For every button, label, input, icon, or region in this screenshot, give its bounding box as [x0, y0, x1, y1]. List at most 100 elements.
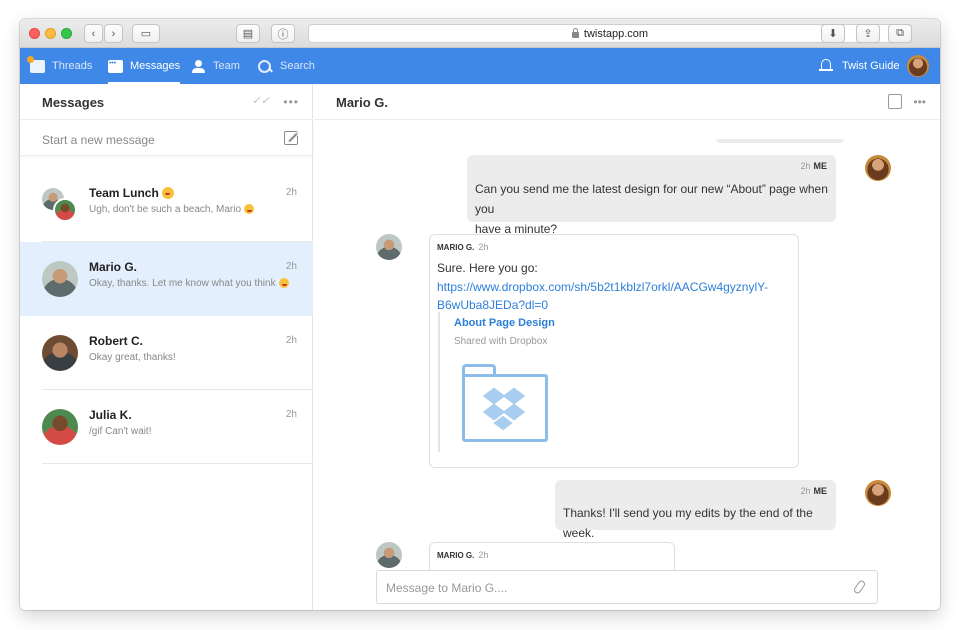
yum-emoji-icon	[244, 204, 255, 214]
conversation-name: Robert C.	[89, 334, 143, 348]
sidebar-toggle-button[interactable]: ▭	[132, 24, 160, 43]
message-time: 2h	[800, 486, 811, 496]
link-preview[interactable]: About Page Design Shared with Dropbox	[438, 312, 788, 452]
message-bubble-me: 2h ME Thanks! I'll send you my edits by t…	[555, 480, 836, 540]
nav-messages-label: Messages	[130, 60, 181, 72]
divider	[42, 463, 313, 464]
conversation-pane: Mario G. ••• 2h ME Can you send me the la…	[314, 84, 940, 610]
zoom-window-button[interactable]	[61, 28, 72, 39]
browser-toolbar: ‹ › ▭ ▤ ⓘ twistapp.com ↻ ⬇ ⇪ ⧉	[20, 19, 940, 48]
avatar	[865, 155, 891, 181]
conversation-time: 2h	[285, 261, 297, 272]
more-options-icon[interactable]: •••	[283, 95, 299, 109]
message-text-line: Can you send me the latest design for ou…	[475, 182, 828, 216]
address-url: twistapp.com	[583, 27, 649, 40]
message-author: ME	[813, 161, 828, 171]
message-time: 2h	[800, 161, 811, 171]
nav-threads-label: Threads	[52, 60, 93, 72]
attachment-clip-icon[interactable]	[852, 579, 867, 595]
nav-team-label: Team	[213, 60, 240, 72]
todoist-icon: ▤	[242, 28, 254, 40]
back-button[interactable]: ‹	[84, 24, 103, 43]
conversation-time: 2h	[285, 409, 297, 420]
minimize-window-button[interactable]	[45, 28, 56, 39]
search-icon	[258, 59, 273, 73]
message-meta: MARIO G. 2h	[437, 242, 488, 252]
new-message-row[interactable]: Start a new message	[20, 122, 313, 156]
user-menu[interactable]: Twist Guide	[842, 48, 930, 84]
conversation-time: 2h	[285, 335, 297, 346]
team-icon	[192, 59, 206, 73]
close-window-button[interactable]	[29, 28, 40, 39]
conversation-name: Mario G.	[89, 260, 138, 274]
user-avatar	[907, 55, 930, 77]
mark-all-read-icon[interactable]: ✓✓	[252, 94, 270, 107]
avatar	[376, 542, 402, 568]
conversation-item[interactable]: Robert C. Okay great, thanks! 2h	[20, 316, 313, 390]
message-time: 2h	[478, 550, 489, 560]
messages-icon	[108, 59, 123, 73]
message-bubble-them: MARIO G. 2h Sure. Here you go: https://ww…	[429, 234, 799, 468]
message-composer[interactable]: Message to Mario G....	[376, 570, 878, 604]
sidebar-header: Messages ✓✓ •••	[20, 84, 313, 120]
message-text: Thanks! I'll send you my edits by the en…	[563, 506, 813, 540]
conversation-preview: Okay, thanks. Let me know what you think	[89, 278, 289, 289]
link-preview-subtitle: Shared with Dropbox	[454, 336, 548, 347]
conversation-preview-text: Ugh, don't be such a beach, Mario	[89, 204, 242, 215]
share-icon: ⇪	[863, 28, 873, 40]
dropbox-link[interactable]: https://www.dropbox.com/sh/5b2t1kblzl7or…	[437, 278, 768, 314]
share-button[interactable]: ⇪	[856, 24, 880, 43]
tabs-button[interactable]: ⧉	[888, 24, 912, 43]
user-name: Twist Guide	[842, 60, 900, 72]
composer-placeholder: Message to Mario G....	[386, 581, 508, 595]
conversation-preview: Ugh, don't be such a beach, Mario	[89, 204, 255, 215]
conversation-header: Mario G. •••	[314, 84, 940, 120]
lock-icon	[571, 27, 579, 38]
download-icon: ⬇	[828, 28, 838, 40]
nav-messages[interactable]: Messages	[108, 48, 181, 84]
tabs-icon: ⧉	[896, 27, 904, 39]
new-message-placeholder: Start a new message	[42, 133, 155, 147]
nav-threads[interactable]: Threads	[27, 48, 93, 84]
conversation-time: 2h	[285, 187, 297, 198]
link-line: https://www.dropbox.com/sh/5b2t1kblzl7or…	[437, 280, 769, 294]
link-line: B6wUba8JEDa?dl=0	[437, 298, 549, 312]
avatar	[865, 480, 891, 506]
sidebar-title: Messages	[42, 95, 105, 110]
conversation-title: Mario G.	[336, 95, 389, 110]
nav-team[interactable]: Team	[192, 48, 240, 84]
todoist-extension-button[interactable]: ▤	[236, 24, 260, 43]
avatar	[42, 335, 78, 371]
message-text: Sure. Here you go:	[437, 261, 538, 275]
message-author: ME	[813, 486, 828, 496]
more-options-icon[interactable]: •••	[913, 95, 926, 109]
avatar	[42, 409, 78, 445]
link-preview-title[interactable]: About Page Design	[454, 317, 555, 329]
folder-body	[462, 374, 548, 442]
compose-icon[interactable]	[284, 131, 298, 145]
smile-emoji-icon	[278, 278, 289, 288]
messages-sidebar: Messages ✓✓ ••• Start a new message Team…	[20, 84, 313, 610]
message-author: MARIO G.	[437, 243, 475, 252]
conversation-item-selected[interactable]: Mario G. Okay, thanks. Let me know what …	[20, 242, 313, 316]
forward-button[interactable]: ›	[104, 24, 123, 43]
chevron-right-icon: ›	[111, 27, 116, 40]
onepassword-icon: ⓘ	[277, 28, 289, 41]
notifications-bell-icon[interactable]	[819, 58, 833, 73]
password-manager-button[interactable]: ⓘ	[271, 24, 295, 43]
threads-icon	[27, 55, 45, 73]
sidebar-icon: ▭	[140, 28, 152, 40]
downloads-button[interactable]: ⬇	[821, 24, 845, 43]
conversation-item[interactable]: Team Lunch Ugh, don't be such a beach, M…	[20, 168, 313, 242]
nav-search[interactable]: Search	[258, 48, 315, 84]
message-bubble-me: 2h ME Can you send me the latest design f…	[467, 155, 836, 236]
todoist-icon[interactable]	[888, 94, 902, 109]
conversation-item[interactable]: Julia K. /gif Can't wait! 2h	[20, 390, 313, 464]
avatar	[376, 234, 402, 260]
conversation-preview: /gif Can't wait!	[89, 426, 152, 437]
yum-emoji-icon	[161, 187, 174, 199]
message-text: Can you send me the latest design for ou…	[475, 179, 836, 239]
conversation-name: Team Lunch	[89, 186, 174, 200]
conversation-preview-text: Okay, thanks. Let me know what you think	[89, 278, 276, 289]
dropbox-logo-part	[502, 387, 526, 405]
